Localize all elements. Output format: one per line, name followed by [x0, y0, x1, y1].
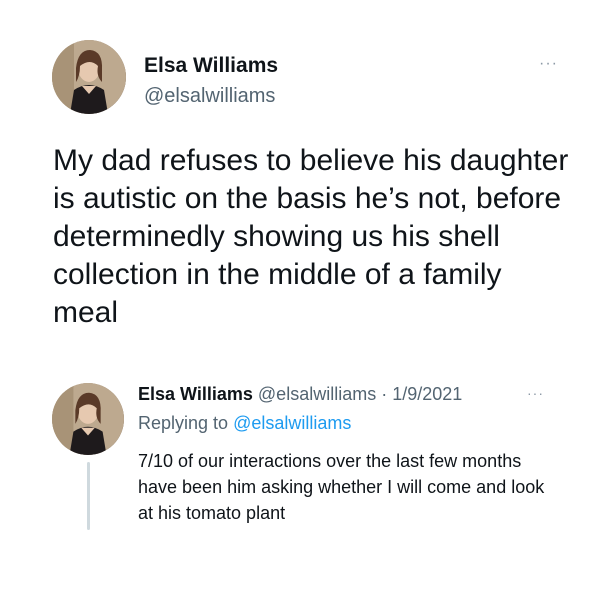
replying-prefix: Replying to: [138, 413, 229, 433]
tweet-text: My dad refuses to believe his daughter i…: [53, 144, 569, 329]
reply-avatar[interactable]: [52, 383, 124, 455]
avatar[interactable]: [52, 40, 126, 114]
reply-text: 7/10 of our interactions over the last f…: [138, 451, 545, 523]
reply-author-name[interactable]: Elsa Williams: [138, 384, 253, 404]
thread-line: [87, 462, 90, 530]
tweet-card: Elsa Williams @elsalwilliams ··· My dad …: [0, 0, 610, 600]
reply-more-options-icon[interactable]: ···: [527, 385, 544, 401]
author-name[interactable]: Elsa Williams: [144, 54, 278, 78]
reply-header: Elsa Williams @elsalwilliams · 1/9/2021: [138, 384, 462, 405]
replying-handle-link[interactable]: @elsalwilliams: [233, 413, 351, 433]
profile-photo-icon: [52, 383, 124, 455]
replying-to: Replying to @elsalwilliams: [138, 413, 351, 434]
more-options-icon[interactable]: ···: [539, 55, 558, 73]
author-handle[interactable]: @elsalwilliams: [144, 85, 275, 108]
reply-meta[interactable]: @elsalwilliams · 1/9/2021: [258, 384, 462, 404]
profile-photo-icon: [52, 40, 126, 114]
